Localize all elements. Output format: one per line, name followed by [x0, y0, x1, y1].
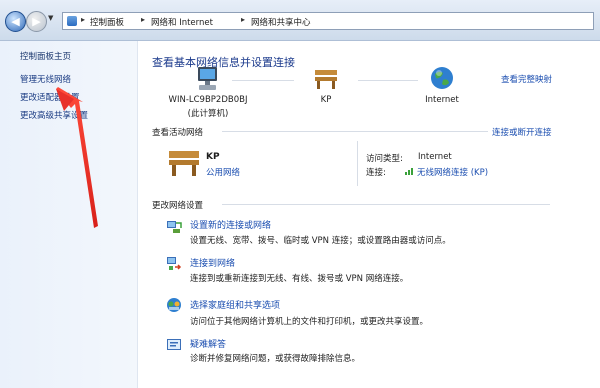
- red-arrow-annotation: [56, 87, 98, 228]
